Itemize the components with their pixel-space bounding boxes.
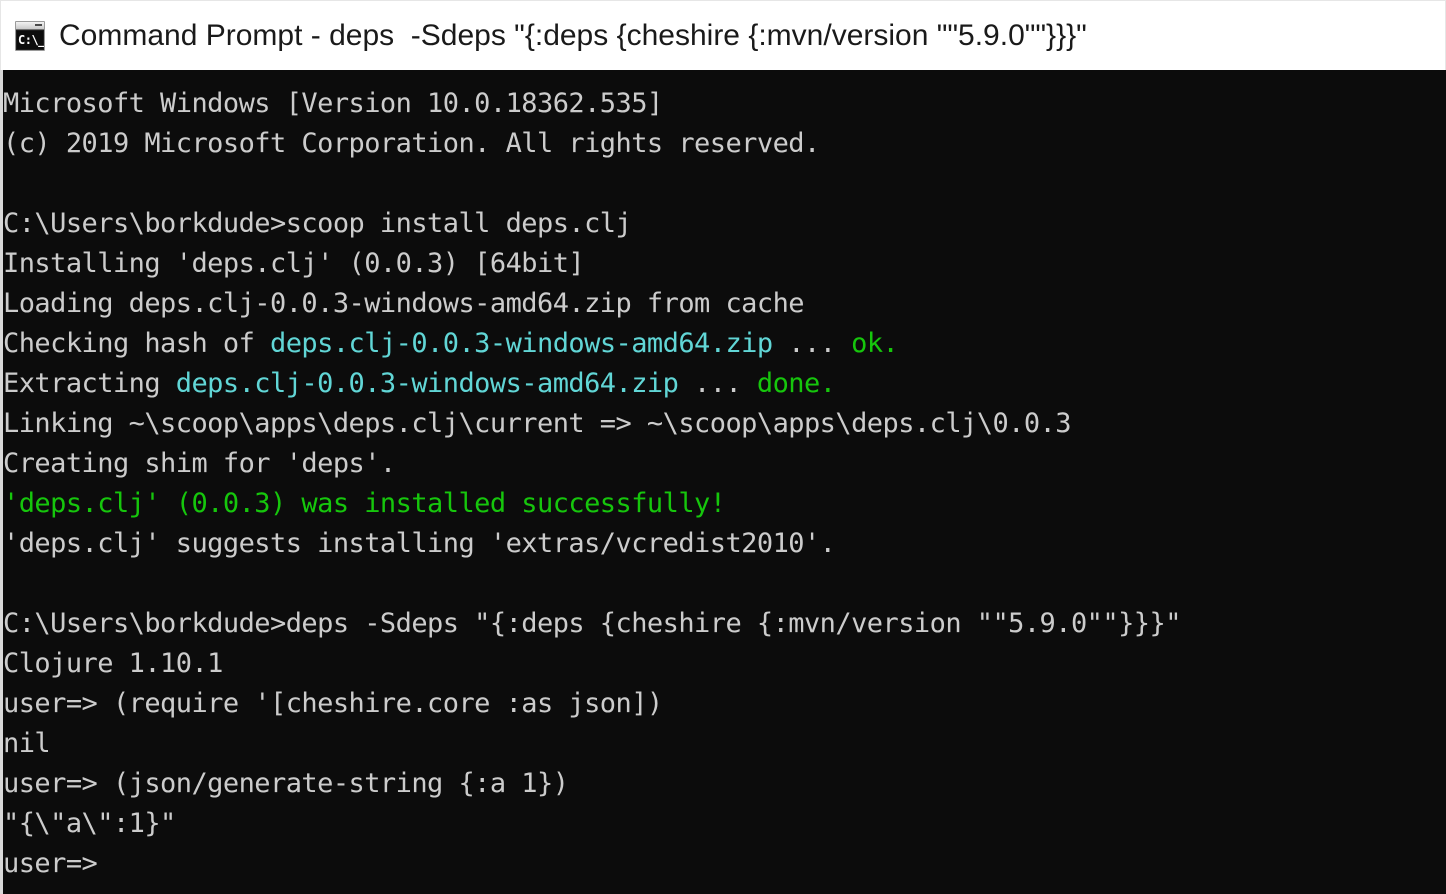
terminal-line: Loading deps.clj-0.0.3-windows-amd64.zip… [3, 284, 1446, 324]
terminal-line: 'deps.clj' (0.0.3) was installed success… [3, 484, 1446, 524]
terminal-line: Checking hash of deps.clj-0.0.3-windows-… [3, 324, 1446, 364]
terminal-text-segment: 'deps.clj' suggests installing 'extras/v… [3, 528, 836, 559]
terminal-line: "{\"a\":1}" [3, 804, 1446, 844]
cmd-icon[interactable]: C:\_ [15, 20, 45, 51]
terminal-text-segment: deps.clj-0.0.3-windows-amd64.zip [175, 368, 679, 399]
cmd-icon-titlebar [16, 21, 44, 30]
window-title: Command Prompt - deps -Sdeps "{:deps {ch… [59, 18, 1087, 52]
terminal-line: 'deps.clj' suggests installing 'extras/v… [3, 524, 1446, 564]
terminal-line: nil [3, 724, 1446, 764]
terminal-text-segment: Clojure 1.10.1 [3, 648, 223, 679]
terminal-text-segment: Creating shim for 'deps'. [3, 448, 396, 479]
terminal-line: Installing 'deps.clj' (0.0.3) [64bit] [3, 244, 1446, 284]
terminal-output: Microsoft Windows [Version 10.0.18362.53… [3, 84, 1446, 894]
terminal-text-segment: deps.clj-0.0.3-windows-amd64.zip [270, 328, 773, 359]
terminal-line: Microsoft Windows [Version 10.0.18362.53… [3, 84, 1446, 124]
terminal-text-segment: user=> (json/generate-string {:a 1}) [3, 768, 569, 799]
terminal-line: C:\Users\borkdude>scoop install deps.clj [3, 204, 1446, 244]
terminal-text-segment: done. [756, 368, 836, 399]
terminal-line: C:\Users\borkdude>deps -Sdeps "{:deps {c… [3, 604, 1446, 644]
terminal-text-segment: user=> [3, 848, 98, 879]
terminal-text-segment: ... [678, 368, 757, 399]
terminal-line: Linking ~\scoop\apps\deps.clj\current =>… [3, 404, 1446, 444]
terminal-line: user=> (json/generate-string {:a 1}) [3, 764, 1446, 804]
terminal-text-segment: C:\Users\borkdude>deps -Sdeps "{:deps {c… [3, 608, 1181, 639]
terminal-text-segment: "{\"a\":1}" [3, 808, 176, 839]
cmd-icon-glyph: C:\_ [17, 30, 45, 49]
terminal-line: Clojure 1.10.1 [3, 644, 1446, 684]
terminal-text-segment: ok. [851, 328, 899, 359]
terminal-line: user=> (require '[cheshire.core :as json… [3, 684, 1446, 724]
terminal-text-segment: Microsoft Windows [Version 10.0.18362.53… [3, 88, 663, 119]
terminal-line: (c) 2019 Microsoft Corporation. All righ… [3, 124, 1446, 164]
terminal-text-segment: Linking ~\scoop\apps\deps.clj\current =>… [3, 408, 1072, 439]
terminal-text-segment: Checking hash of [3, 328, 270, 359]
terminal-line: user=> [3, 844, 1446, 884]
command-prompt-window: C:\_ Command Prompt - deps -Sdeps "{:dep… [0, 0, 1446, 894]
terminal-line: Extracting deps.clj-0.0.3-windows-amd64.… [3, 364, 1446, 404]
terminal-text-segment: nil [3, 728, 51, 759]
terminal-text-segment: Extracting [3, 368, 176, 399]
terminal-text-segment: Loading deps.clj-0.0.3-windows-amd64.zip… [3, 288, 805, 319]
terminal-text-segment: user=> (require '[cheshire.core :as json… [3, 688, 663, 719]
terminal-surface[interactable]: Microsoft Windows [Version 10.0.18362.53… [0, 70, 1446, 894]
terminal-text-segment: ... [772, 328, 852, 359]
window-titlebar[interactable]: C:\_ Command Prompt - deps -Sdeps "{:dep… [0, 0, 1446, 70]
terminal-line: Creating shim for 'deps'. [3, 444, 1446, 484]
terminal-text-segment: 'deps.clj' (0.0.3) was installed success… [3, 488, 726, 519]
terminal-text-segment: (c) 2019 Microsoft Corporation. All righ… [3, 128, 820, 159]
terminal-text-segment: Installing 'deps.clj' (0.0.3) [64bit] [3, 248, 585, 279]
terminal-text-segment: C:\Users\borkdude>scoop install deps.clj [3, 208, 632, 239]
